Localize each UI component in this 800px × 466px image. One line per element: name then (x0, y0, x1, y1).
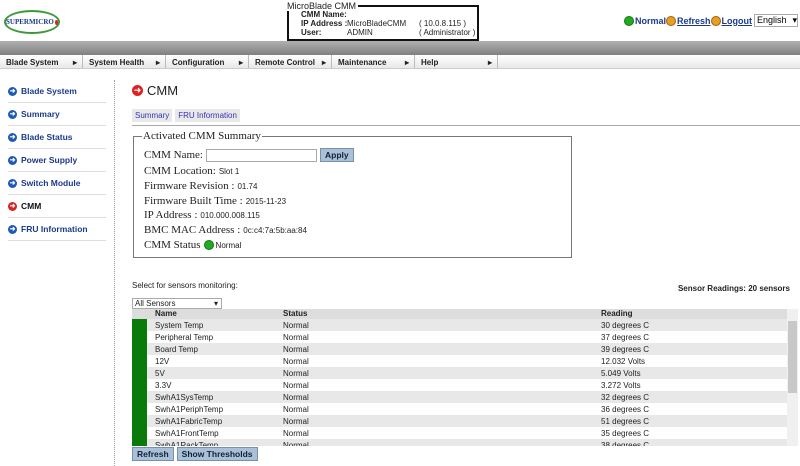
cmm-info-box: MicroBlade CMM CMM Name: IP Address : Mic… (287, 1, 479, 41)
sensor-filter-select[interactable]: All Sensors ▾ (132, 298, 222, 309)
table-row[interactable]: SwhA1RackTemp Normal 38 degrees C (132, 439, 787, 446)
table-row[interactable]: SwhA1FrontTemp Normal 35 degrees C (132, 427, 787, 439)
header-band (0, 41, 800, 55)
sidebar-item-label: Power Supply (21, 155, 78, 165)
table-row[interactable]: SwhA1PeriphTemp Normal 36 degrees C (132, 403, 787, 415)
sidebar-item-label: Switch Module (21, 178, 81, 188)
check-icon (623, 15, 634, 26)
table-header: Name Status Reading (132, 309, 787, 319)
apply-button[interactable]: Apply (319, 148, 354, 162)
table-row[interactable]: SwhA1SysTemp Normal 32 degrees C (132, 391, 787, 403)
status-indicator (132, 439, 147, 446)
sidebar-item-label: CMM (21, 201, 42, 211)
status-indicator (132, 379, 147, 391)
table-row[interactable]: Board Temp Normal 39 degrees C (132, 343, 787, 355)
refresh-button[interactable]: Refresh (132, 447, 174, 461)
table-row[interactable]: System Temp Normal 30 degrees C (132, 319, 787, 331)
status-indicator (132, 367, 147, 379)
check-icon (203, 240, 214, 250)
dropdown-arrow-icon: ▾ (213, 299, 218, 308)
tab-summary[interactable]: Summary (132, 109, 173, 122)
sensor-count: Sensor Readings: 20 sensors (677, 284, 790, 293)
tabs: Summary FRU Information (132, 109, 240, 122)
sidebar-item-label: Blade Status (21, 132, 73, 142)
sensor-table: Name Status Reading System Temp Normal 30 de… (132, 309, 787, 446)
arrow-right-icon: ➜ (8, 86, 17, 96)
power-icon[interactable] (710, 15, 721, 26)
refresh-icon[interactable] (665, 15, 676, 26)
menu-help[interactable]: Help ▸ (415, 55, 498, 68)
status-indicator (132, 391, 147, 403)
table-row[interactable]: Peripheral Temp Normal 37 degrees C (132, 331, 787, 343)
status-indicator (132, 319, 147, 331)
sidebar-item-switch-module[interactable]: ➜ Switch Module (8, 172, 106, 195)
health-status: Normal (634, 15, 666, 26)
divider (132, 125, 800, 126)
arrow-right-icon: ➜ (8, 155, 17, 165)
cmm-summary-fieldset: Activated CMM Summary CMM Name: Apply CMM… (133, 130, 572, 258)
sidebar-item-power-supply[interactable]: ➜ Power Supply (8, 149, 106, 172)
sidebar-item-fru-information[interactable]: ➜ FRU Information (8, 218, 106, 241)
sidebar: ➜ Blade System ➜ Summary ➜ Blade Status ➜ Power… (0, 80, 115, 466)
language-select[interactable]: English ▾ (754, 14, 798, 27)
sidebar-item-cmm[interactable]: ➜ CMM (8, 195, 106, 218)
sidebar-item-label: FRU Information (21, 224, 88, 234)
sidebar-item-blade-system[interactable]: ➜ Blade System (8, 80, 106, 103)
status-indicator (132, 331, 147, 343)
status-indicator (132, 403, 147, 415)
status-indicator (132, 415, 147, 427)
page-title: ➜ CMM (132, 83, 179, 98)
table-row[interactable]: 12V Normal 12.032 Volts (132, 355, 787, 367)
logout-link[interactable]: Logout (722, 16, 753, 26)
table-row[interactable]: 3.3V Normal 3.272 Volts (132, 379, 787, 391)
supermicro-logo: SUPERMICRO (4, 10, 60, 34)
cmm-name-input[interactable] (205, 148, 317, 162)
arrow-right-icon: ➜ (8, 224, 17, 234)
arrow-right-icon: ➜ (8, 178, 17, 188)
table-row[interactable]: SwhA1FabricTemp Normal 51 degrees C (132, 415, 787, 427)
menu-system-health[interactable]: System Health ▸ (83, 55, 166, 68)
dropdown-arrow-icon: ▾ (792, 15, 797, 25)
top-toolbar: Normal Refresh Logout English ▾ (623, 14, 798, 27)
sidebar-item-summary[interactable]: ➜ Summary (8, 103, 106, 126)
menu-maintenance[interactable]: Maintenance ▸ (332, 55, 415, 68)
sidebar-item-label: Blade System (21, 86, 77, 96)
arrow-right-icon: ➜ (8, 201, 17, 211)
show-thresholds-button[interactable]: Show Thresholds (176, 447, 258, 461)
scrollbar-thumb[interactable] (788, 321, 797, 393)
menu-configuration[interactable]: Configuration ▸ (166, 55, 249, 68)
arrow-right-icon: ➜ (132, 85, 143, 96)
status-indicator (132, 355, 147, 367)
table-row[interactable]: 5V Normal 5.049 Volts (132, 367, 787, 379)
sidebar-item-label: Summary (21, 109, 60, 119)
arrow-right-icon: ➜ (8, 109, 17, 119)
table-scrollbar[interactable] (787, 309, 798, 446)
menu-bar: Blade System ▸ System Health ▸ Configurati… (0, 55, 800, 69)
tab-fru-information[interactable]: FRU Information (175, 109, 240, 122)
arrow-right-icon: ➜ (8, 132, 17, 142)
menu-remote-control[interactable]: Remote Control ▸ (249, 55, 332, 68)
sidebar-item-blade-status[interactable]: ➜ Blade Status (8, 126, 106, 149)
sensor-actions: Refresh Show Thresholds (132, 447, 258, 461)
status-indicator (132, 343, 147, 355)
menu-blade-system[interactable]: Blade System ▸ (0, 55, 83, 68)
status-indicator (132, 427, 147, 439)
refresh-link[interactable]: Refresh (677, 16, 711, 26)
